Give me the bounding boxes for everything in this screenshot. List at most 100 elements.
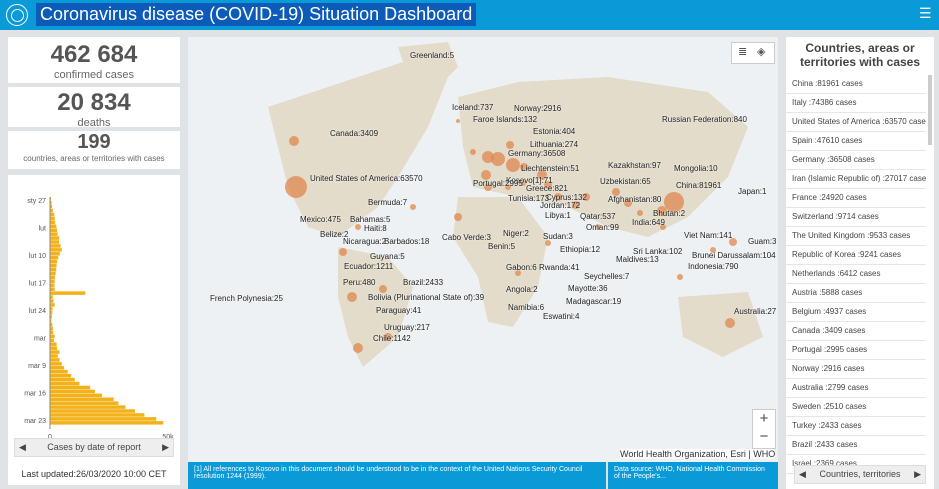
chart-bar[interactable] bbox=[50, 405, 126, 409]
country-list-item[interactable]: Belgium :4937 cases bbox=[786, 303, 926, 322]
chart-bar[interactable] bbox=[50, 291, 86, 295]
chart-bar[interactable] bbox=[50, 263, 57, 268]
chart-bar[interactable] bbox=[50, 252, 60, 256]
country-list-item[interactable]: France :24920 cases bbox=[786, 189, 926, 208]
country-list-item[interactable]: Canada :3409 cases bbox=[786, 322, 926, 341]
zoom-out-button[interactable]: − bbox=[753, 428, 775, 446]
chart-bar[interactable] bbox=[50, 338, 55, 343]
map-label: Brazil:2433 bbox=[403, 278, 444, 287]
country-list-item[interactable]: Germany :36508 cases bbox=[786, 151, 926, 170]
map-label: Haiti:8 bbox=[364, 224, 387, 233]
chart-bar[interactable] bbox=[50, 346, 58, 350]
chart-bar[interactable] bbox=[50, 401, 119, 405]
map-label: Estonia:404 bbox=[533, 127, 576, 136]
chart-y-tick: sty 27 bbox=[27, 198, 46, 205]
chart-bar[interactable] bbox=[50, 224, 57, 229]
chart-bar[interactable] bbox=[50, 354, 58, 358]
country-list-item[interactable]: Australia :2799 cases bbox=[786, 379, 926, 398]
map-label: Kazakhstan:97 bbox=[608, 161, 661, 170]
chart-bar[interactable] bbox=[50, 385, 91, 390]
chart-bar[interactable] bbox=[50, 287, 55, 291]
chart-bar[interactable] bbox=[50, 248, 62, 252]
map-label: Sudan:3 bbox=[543, 232, 573, 241]
country-list-item[interactable]: Switzerland :9714 cases bbox=[786, 208, 926, 227]
chart-bar[interactable] bbox=[50, 275, 55, 280]
country-list-item[interactable]: Turkey :2433 cases bbox=[786, 417, 926, 436]
chart-nav[interactable]: ◀ Cases by date of report ▶ bbox=[14, 438, 174, 457]
layers-icon[interactable]: ◈ bbox=[757, 45, 765, 58]
chart-bar[interactable] bbox=[50, 240, 59, 244]
chart-bar[interactable] bbox=[50, 413, 145, 417]
country-list-item[interactable]: Spain :47610 cases bbox=[786, 132, 926, 151]
chart-nav-label: Cases by date of report bbox=[47, 442, 141, 452]
country-list-item[interactable]: Netherlands :6412 cases bbox=[786, 265, 926, 284]
chart-bar[interactable] bbox=[50, 216, 55, 221]
country-list-item[interactable]: Austria :5888 cases bbox=[786, 284, 926, 303]
chart-bar[interactable] bbox=[50, 334, 55, 339]
country-list-item[interactable]: Portugal :2995 cases bbox=[786, 341, 926, 360]
chart-bar[interactable] bbox=[50, 350, 60, 354]
chevron-left-icon[interactable]: ◀ bbox=[795, 466, 806, 483]
countries-label: countries, areas or territories with cas… bbox=[23, 154, 165, 163]
chart-bar[interactable] bbox=[50, 232, 58, 236]
map-label: Qatar:537 bbox=[580, 212, 616, 221]
chevron-left-icon[interactable]: ◀ bbox=[15, 439, 26, 456]
country-list-item[interactable]: The United Kingdom :9533 cases bbox=[786, 227, 926, 246]
map-label: Iceland:737 bbox=[452, 103, 494, 112]
zoom-in-button[interactable]: + bbox=[753, 410, 775, 428]
confirmed-value: 462 684 bbox=[50, 41, 138, 68]
chart-bar[interactable] bbox=[50, 366, 65, 370]
chart-bar[interactable] bbox=[50, 342, 57, 346]
chart-bar[interactable] bbox=[50, 244, 61, 248]
country-list-item[interactable]: China :81961 cases bbox=[786, 75, 926, 94]
chart-bar[interactable] bbox=[50, 393, 102, 398]
map-label: Australia:27 bbox=[734, 307, 777, 316]
chart-bar[interactable] bbox=[50, 397, 114, 402]
map-label: United States of America:63570 bbox=[310, 174, 423, 183]
chart-bar[interactable] bbox=[50, 236, 60, 240]
chart-bar[interactable] bbox=[50, 259, 58, 264]
country-list-item[interactable]: Republic of Korea :9241 cases bbox=[786, 246, 926, 265]
chart-bar[interactable] bbox=[50, 228, 58, 232]
chart-bar[interactable] bbox=[50, 362, 62, 366]
country-list[interactable]: China :81961 cases Italy :74386 cases Unit… bbox=[786, 75, 926, 474]
list-scrollbar[interactable] bbox=[928, 75, 932, 145]
chart-bar[interactable] bbox=[50, 421, 164, 425]
country-list-item[interactable]: Norway :2916 cases bbox=[786, 360, 926, 379]
list-icon[interactable]: ≣ bbox=[738, 45, 747, 58]
map-label: Norway:2916 bbox=[514, 104, 562, 113]
chart-bar[interactable] bbox=[50, 369, 68, 374]
chart-bar[interactable] bbox=[50, 303, 55, 307]
world-map[interactable]: Greenland:5 Iceland:737 Norway:2916 Faroe I… bbox=[188, 37, 778, 462]
chart-bar[interactable] bbox=[50, 409, 135, 413]
country-list-item[interactable]: Brazil :2433 cases bbox=[786, 436, 926, 455]
chart-bar[interactable] bbox=[50, 373, 72, 378]
chart-bar[interactable] bbox=[50, 417, 157, 421]
chart-bar[interactable] bbox=[50, 220, 56, 225]
chart-bar[interactable] bbox=[50, 255, 59, 260]
country-list-item[interactable]: Iran (Islamic Republic of) :27017 cases bbox=[786, 170, 926, 189]
hamburger-icon[interactable]: ☰ bbox=[919, 6, 932, 20]
chart-bar[interactable] bbox=[50, 299, 54, 303]
chart-bar[interactable] bbox=[50, 271, 56, 276]
country-list-item[interactable]: Italy :74386 cases bbox=[786, 94, 926, 113]
chart-bar[interactable] bbox=[50, 267, 57, 272]
zoom-control[interactable]: + − bbox=[752, 409, 776, 449]
chart-bar[interactable] bbox=[50, 358, 60, 362]
chart-bar[interactable] bbox=[50, 283, 55, 288]
chart-bar[interactable] bbox=[50, 381, 80, 386]
country-list-item[interactable]: United States of America :63570 cases bbox=[786, 113, 926, 132]
map-label: Lithuania:274 bbox=[530, 140, 579, 149]
kosovo-footnote: [1] All references to Kosovo in this doc… bbox=[188, 462, 606, 489]
chevron-right-icon[interactable]: ▶ bbox=[914, 466, 925, 483]
chart-bar[interactable] bbox=[50, 279, 55, 284]
chevron-right-icon[interactable]: ▶ bbox=[162, 439, 173, 456]
chart-bar[interactable] bbox=[50, 212, 55, 217]
country-list-item[interactable]: Sweden :2510 cases bbox=[786, 398, 926, 417]
map-toolbar[interactable]: ≣ ◈ bbox=[731, 42, 775, 64]
map-label: Afghanistan:80 bbox=[608, 195, 662, 204]
chart-bar[interactable] bbox=[50, 377, 75, 382]
last-updated: Last updated:26/03/2020 10:00 CET bbox=[8, 463, 180, 485]
right-nav[interactable]: ◀ Countries, territories ▶ bbox=[794, 465, 926, 484]
chart-bar[interactable] bbox=[50, 389, 95, 394]
